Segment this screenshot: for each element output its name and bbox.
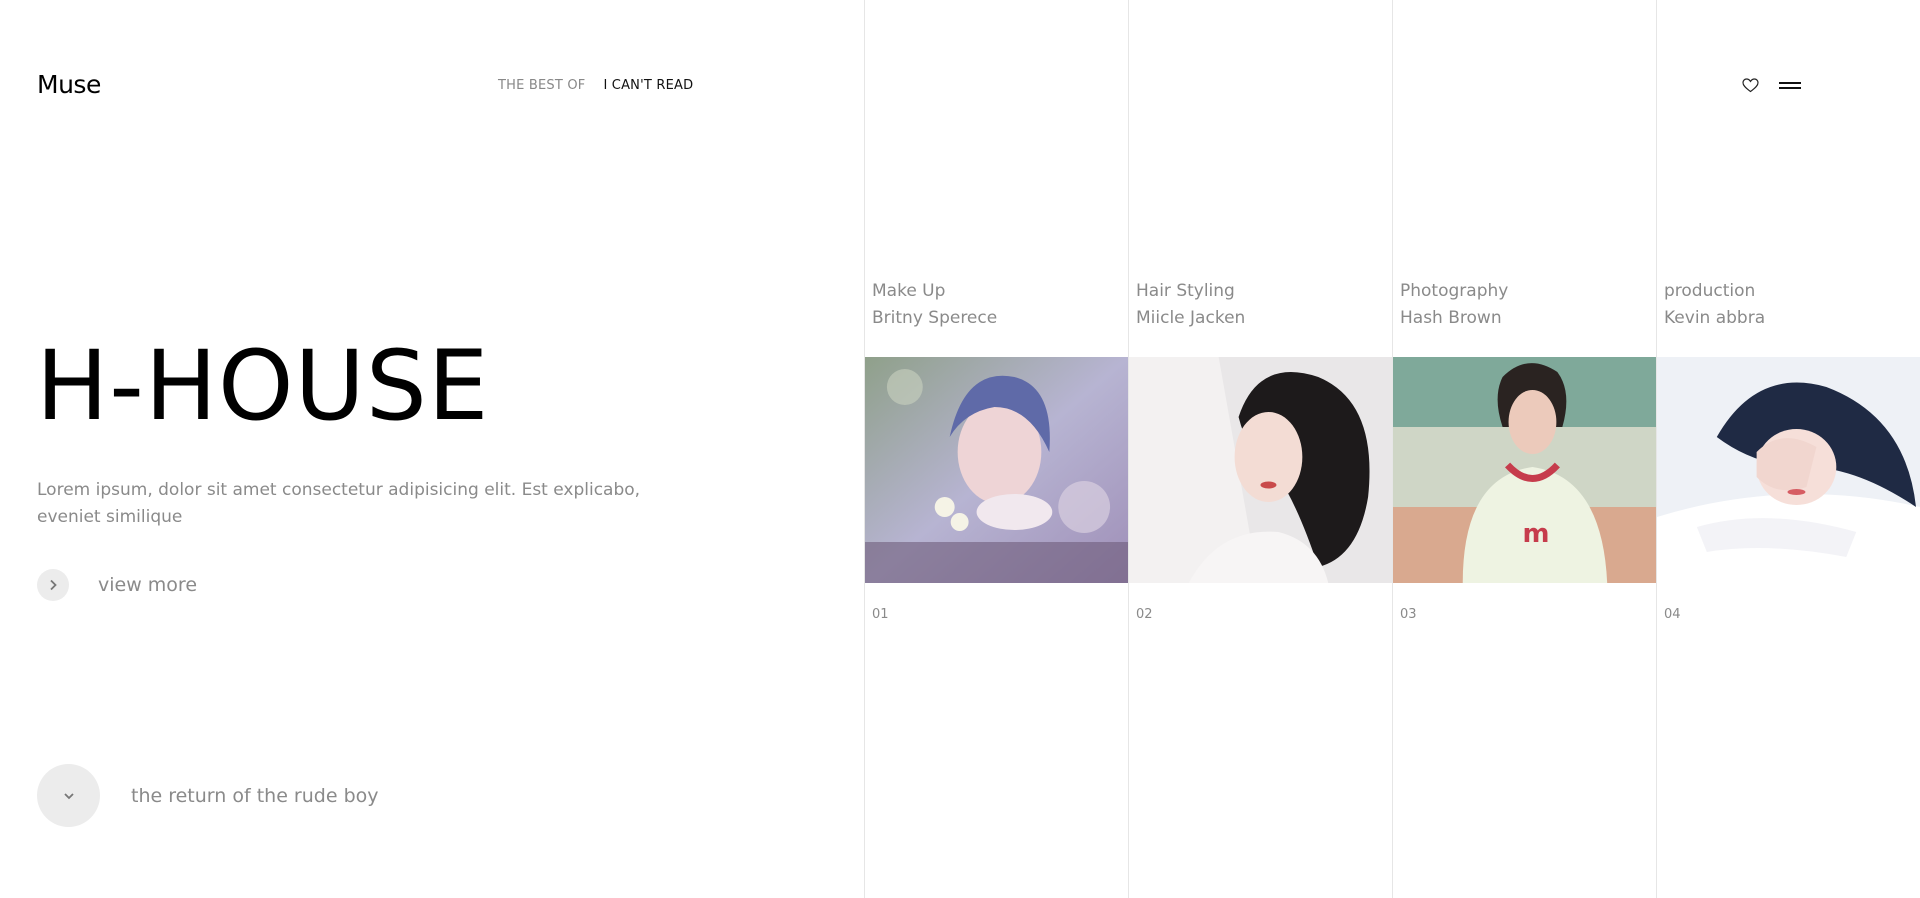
nav-link-best-of[interactable]: THE BEST OF bbox=[498, 78, 585, 93]
credit-number: 01 bbox=[872, 607, 889, 622]
credit-name: Hash Brown bbox=[1400, 308, 1502, 328]
hero-description: Lorem ipsum, dolor sit amet consectetur … bbox=[37, 480, 641, 527]
portrait-image-1[interactable] bbox=[865, 357, 1128, 583]
svg-text:m: m bbox=[1523, 519, 1550, 549]
portrait-image-3[interactable]: m bbox=[1393, 357, 1656, 583]
view-more-label: view more bbox=[98, 574, 198, 596]
credit-name: Miicle Jacken bbox=[1136, 308, 1246, 328]
credit-role: Photography bbox=[1400, 281, 1509, 301]
scroll-down-button[interactable]: the return of the rude boy bbox=[37, 764, 379, 827]
chevron-down-icon bbox=[37, 764, 100, 827]
portrait-image-4[interactable] bbox=[1657, 357, 1920, 583]
credit-name: Kevin abbra bbox=[1664, 308, 1766, 328]
credit-number: 02 bbox=[1136, 607, 1153, 622]
credit-column-1: Make Up Britny Sperece 01 bbox=[864, 0, 1128, 898]
page: Muse THE BEST OF I CAN'T READ H-HOUSE Lo… bbox=[0, 0, 1920, 898]
credit-column-4: production Kevin abbra 04 bbox=[1656, 0, 1920, 898]
credit-column-3: Photography Hash Brown m 03 bbox=[1392, 0, 1656, 898]
credit-number: 04 bbox=[1664, 607, 1681, 622]
credit-role: production bbox=[1664, 281, 1756, 301]
credit-number: 03 bbox=[1400, 607, 1417, 622]
logo[interactable]: Muse bbox=[37, 70, 101, 99]
top-nav: THE BEST OF I CAN'T READ bbox=[498, 78, 693, 93]
nav-link-cant-read[interactable]: I CAN'T READ bbox=[603, 78, 693, 93]
portrait-image-2[interactable] bbox=[1129, 357, 1392, 583]
credit-role: Make Up bbox=[872, 281, 946, 301]
credit-name: Britny Sperece bbox=[872, 308, 998, 328]
chevron-right-icon bbox=[37, 569, 69, 601]
hero-title: H-HOUSE bbox=[36, 330, 490, 442]
credit-column-2: Hair Styling Miicle Jacken 02 bbox=[1128, 0, 1392, 898]
scroll-label: the return of the rude boy bbox=[131, 784, 379, 807]
view-more-link[interactable]: view more bbox=[37, 569, 197, 601]
credit-role: Hair Styling bbox=[1136, 281, 1235, 301]
